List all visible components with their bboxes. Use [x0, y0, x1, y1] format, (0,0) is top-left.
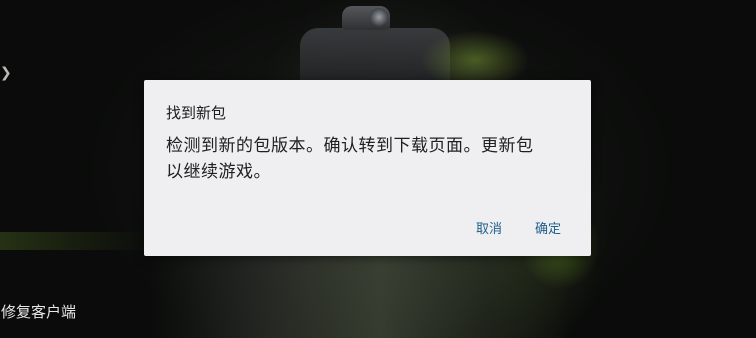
repair-client-button[interactable]: 修复客户端 [1, 302, 76, 322]
background-figure [150, 256, 570, 338]
cancel-button[interactable]: 取消 [476, 220, 502, 240]
update-dialog: 找到新包 检测到新的包版本。确认转到下载页面。更新包 以继续游戏。 取消 确定 [144, 80, 591, 256]
background-robot-eye [370, 8, 388, 26]
arrow-left-icon[interactable]: ❯ [0, 66, 12, 80]
dialog-title: 找到新包 [166, 104, 227, 122]
confirm-button[interactable]: 确定 [535, 220, 561, 240]
background-grass [0, 232, 150, 250]
dialog-message: 检测到新的包版本。确认转到下载页面。更新包 以继续游戏。 [166, 136, 534, 182]
game-screen: ❯ 修复客户端 找到新包 检测到新的包版本。确认转到下载页面。更新包 以继续游戏… [0, 0, 756, 338]
